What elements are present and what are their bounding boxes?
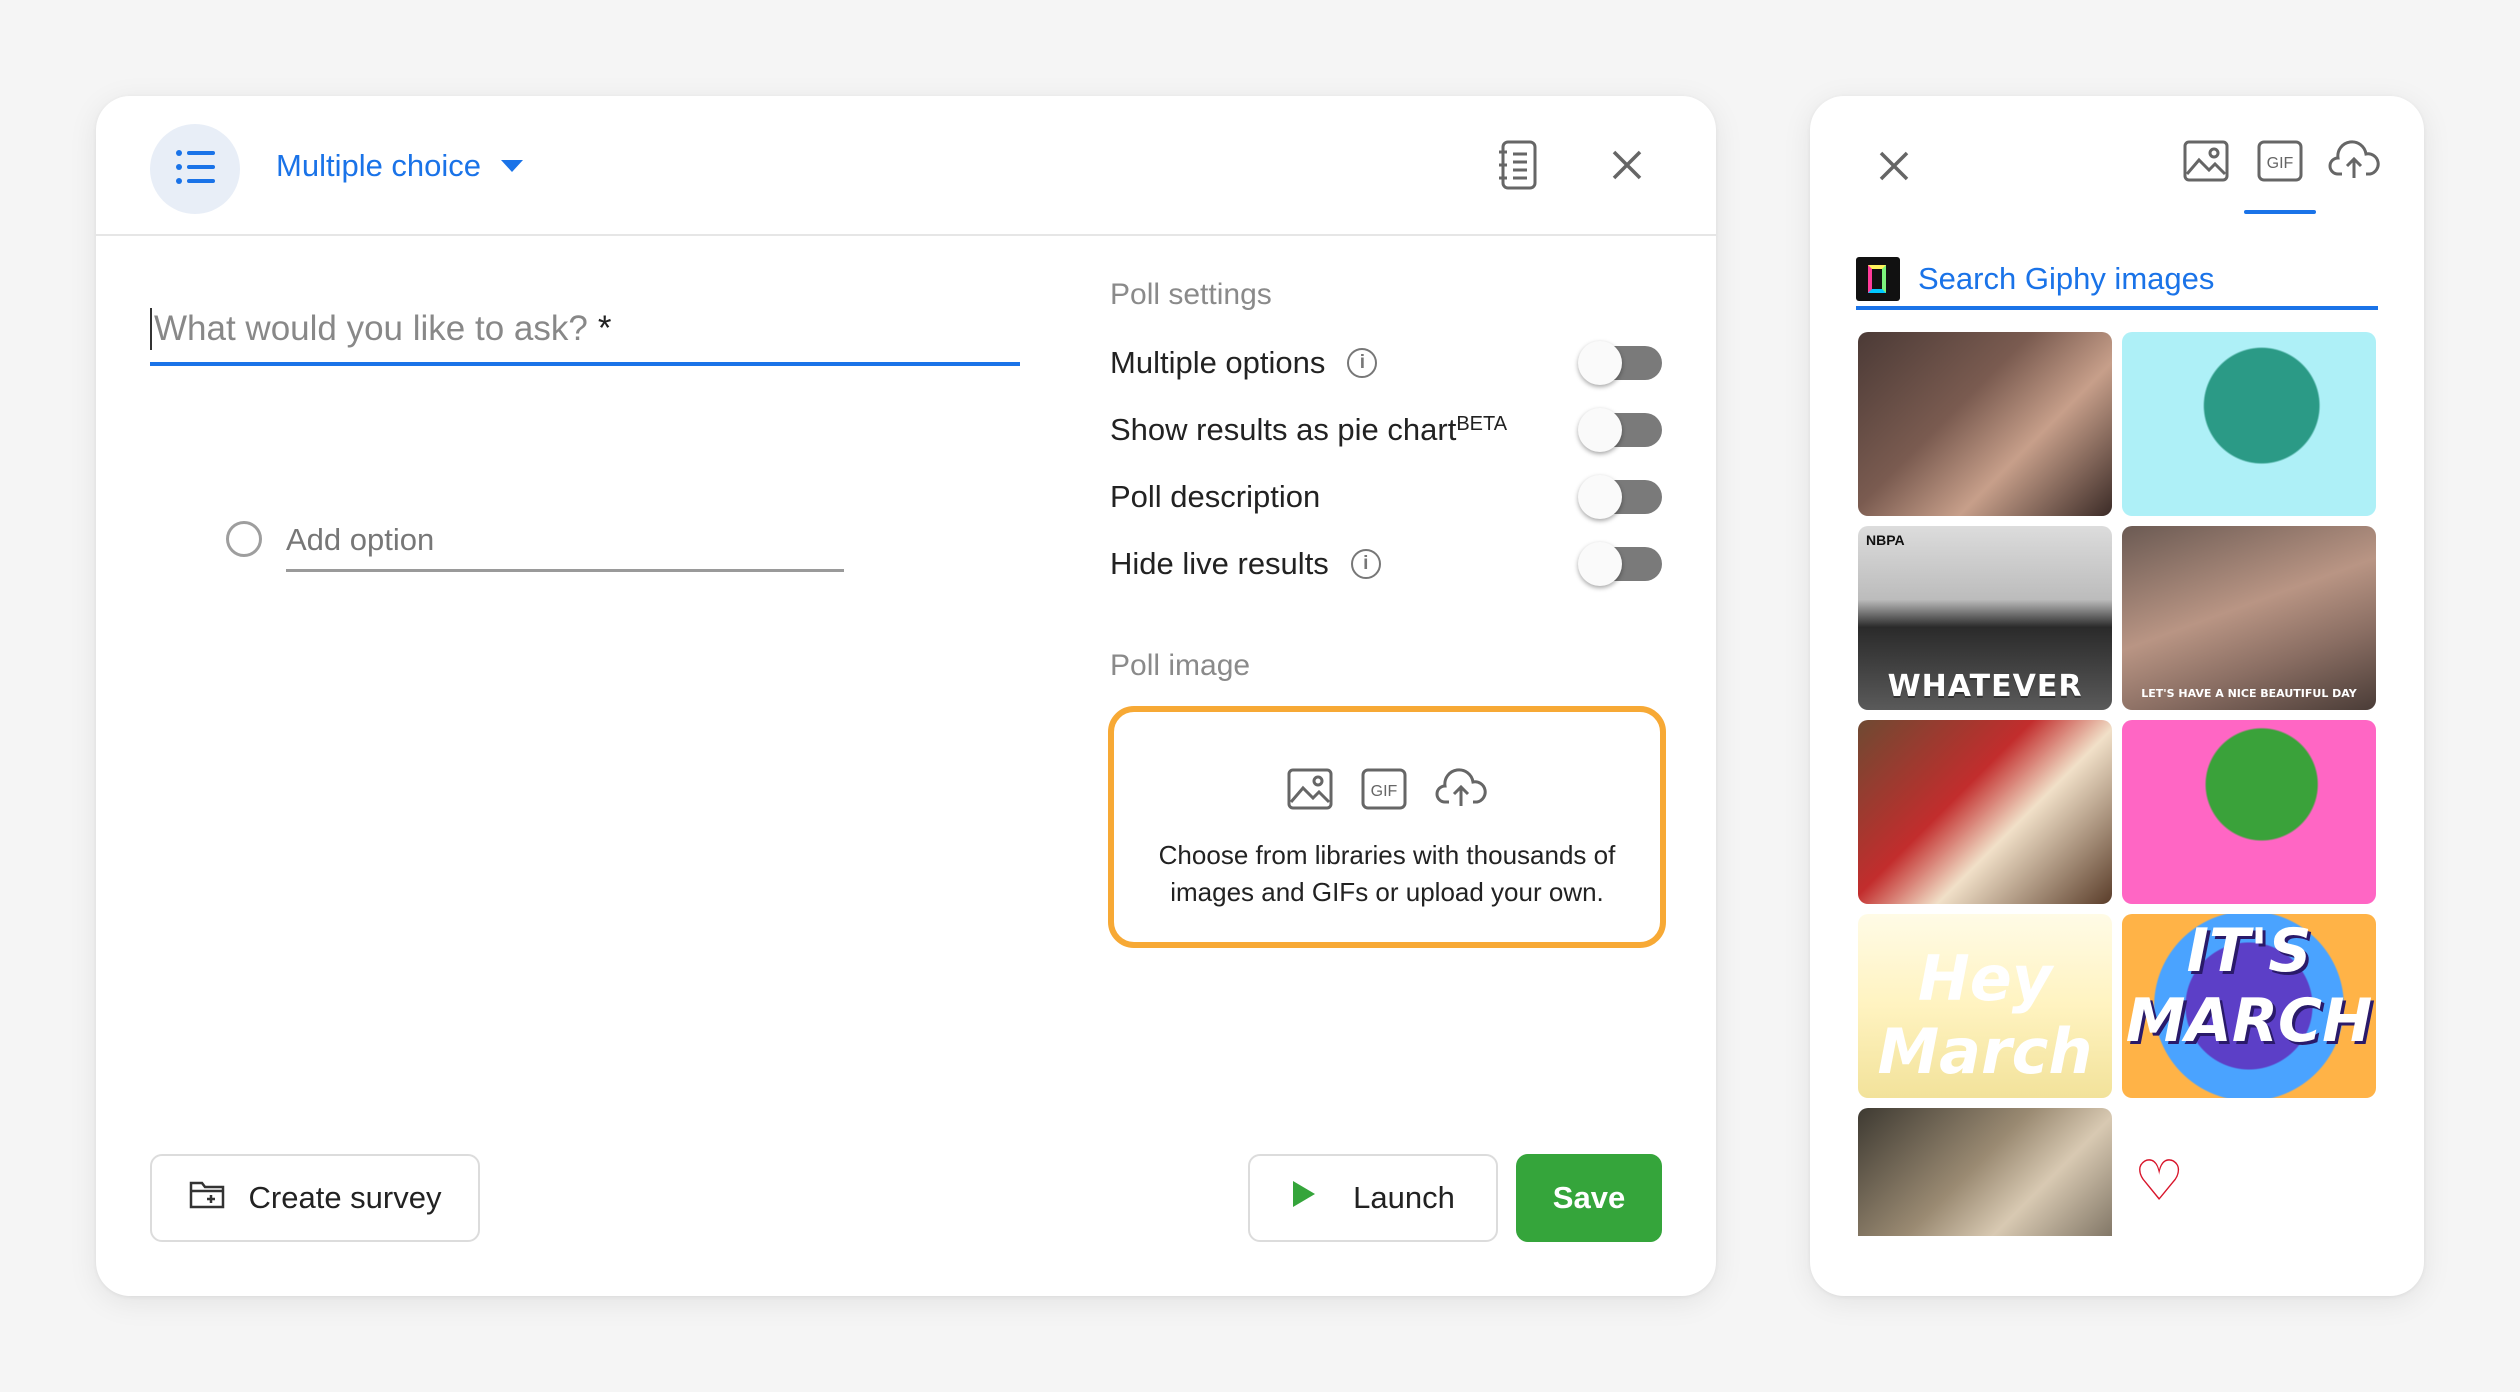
gif-tag: NBPA — [1866, 532, 1905, 548]
question-placeholder: What would you like to ask? — [154, 309, 588, 348]
gif-caption: Hey March — [1877, 942, 2093, 1088]
gif-icon: GIF — [2257, 140, 2303, 187]
setting-label: Show results as pie chart — [1110, 412, 1457, 447]
image-icon — [1287, 768, 1333, 815]
tab-gif[interactable]: GIF — [2244, 140, 2316, 214]
gif-result[interactable] — [1858, 720, 2112, 904]
add-option-row[interactable]: Add option — [226, 506, 844, 572]
multiple-options-toggle[interactable] — [1578, 341, 1662, 385]
gif-result[interactable] — [1858, 332, 2112, 516]
list-icon — [175, 149, 215, 190]
setting-pie-chart: Show results as pie chart BETA — [1110, 405, 1662, 455]
gif-caption: LET'S HAVE A NICE BEAUTIFUL DAY — [2141, 687, 2357, 700]
poll-editor-card: Multiple choice What would you like to a… — [96, 96, 1716, 1296]
giphy-panel: GIF NBPA WHATEVER LET'S HAVE A NICE B — [1810, 96, 2424, 1296]
gif-result[interactable]: LET'S HAVE A NICE BEAUTIFUL DAY — [2122, 526, 2376, 710]
hide-live-results-toggle[interactable] — [1578, 542, 1662, 586]
setting-multiple-options: Multiple options i — [1110, 338, 1662, 388]
pie-chart-toggle[interactable] — [1578, 408, 1662, 452]
gif-result[interactable]: IT'S MARCH — [2122, 914, 2376, 1098]
launch-label: Launch — [1353, 1180, 1455, 1215]
required-mark: * — [597, 309, 612, 348]
create-survey-button[interactable]: Create survey — [150, 1154, 480, 1242]
svg-text:GIF: GIF — [2267, 155, 2294, 172]
cloud-upload-icon — [1435, 768, 1487, 815]
close-editor-button[interactable] — [1598, 138, 1656, 196]
gif-result[interactable] — [1858, 1108, 2112, 1236]
gif-result[interactable] — [2122, 720, 2376, 904]
beta-badge: BETA — [1456, 412, 1508, 435]
gif-caption: I LOVE YOU — [2122, 1224, 2376, 1236]
gif-result[interactable]: NBPA WHATEVER — [1858, 526, 2112, 710]
setting-label: Hide live results — [1110, 546, 1329, 581]
heart-icon: ♡ — [2134, 1149, 2185, 1212]
tab-upload[interactable] — [2328, 140, 2380, 200]
gif-result[interactable]: Hey March — [1858, 914, 2112, 1098]
poll-image-dropzone[interactable]: GIF Choose from libraries with thousands… — [1108, 706, 1666, 948]
poll-type-button[interactable] — [150, 124, 240, 214]
gif-caption: WHATEVER — [1887, 669, 2083, 704]
notes-icon — [1499, 140, 1539, 195]
toggle-knob — [1578, 341, 1622, 385]
play-icon — [1291, 1179, 1317, 1217]
cloud-upload-icon — [2328, 140, 2380, 187]
gif-result[interactable]: ♡ I LOVE YOU — [2122, 1108, 2376, 1236]
gif-result[interactable] — [2122, 332, 2376, 516]
add-option-input[interactable]: Add option — [286, 506, 844, 572]
poll-type-label: Multiple choice — [276, 148, 482, 183]
setting-poll-description: Poll description — [1110, 472, 1662, 522]
close-giphy-button[interactable] — [1868, 142, 1920, 194]
poll-type-dropdown[interactable]: Multiple choice — [276, 146, 524, 186]
launch-button[interactable]: Launch — [1248, 1154, 1498, 1242]
poll-settings-title: Poll settings — [1110, 278, 1272, 311]
toggle-knob — [1578, 542, 1622, 586]
info-icon[interactable]: i — [1347, 348, 1378, 378]
close-icon — [1611, 149, 1643, 186]
setting-hide-live-results: Hide live results i — [1110, 539, 1662, 589]
gif-icon: GIF — [1361, 768, 1407, 815]
gif-results-grid: NBPA WHATEVER LET'S HAVE A NICE BEAUTIFU… — [1858, 332, 2376, 1236]
editor-header: Multiple choice — [96, 96, 1716, 236]
chevron-down-icon — [501, 160, 524, 172]
add-option-placeholder: Add option — [286, 521, 435, 557]
giphy-search-input[interactable] — [1918, 254, 2378, 304]
create-survey-label: Create survey — [248, 1180, 442, 1215]
folder-add-icon — [189, 1179, 225, 1217]
image-source-tabs: GIF — [2182, 140, 2380, 214]
setting-label: Poll description — [1110, 479, 1321, 514]
toggle-knob — [1578, 408, 1622, 452]
poll-image-text: Choose from libraries with thousands of … — [1158, 840, 1616, 907]
svg-text:GIF: GIF — [1371, 783, 1398, 800]
dropzone-icons: GIF — [1287, 768, 1487, 815]
info-icon[interactable]: i — [1350, 549, 1381, 579]
save-button[interactable]: Save — [1516, 1154, 1662, 1242]
giphy-search-bar — [1856, 252, 2378, 310]
text-cursor — [150, 308, 152, 350]
poll-image-title: Poll image — [1110, 649, 1251, 682]
question-input[interactable]: What would you like to ask? * — [150, 296, 1020, 366]
image-icon — [2183, 140, 2229, 187]
toggle-knob — [1578, 475, 1622, 519]
option-radio — [226, 521, 262, 557]
tab-images[interactable] — [2182, 140, 2230, 200]
notes-button[interactable] — [1490, 138, 1548, 196]
gif-caption: IT'S MARCH — [2125, 916, 2373, 1056]
poll-description-toggle[interactable] — [1578, 475, 1662, 519]
giphy-logo-icon — [1856, 257, 1900, 301]
close-icon — [1878, 150, 1910, 187]
setting-label: Multiple options — [1110, 345, 1326, 380]
